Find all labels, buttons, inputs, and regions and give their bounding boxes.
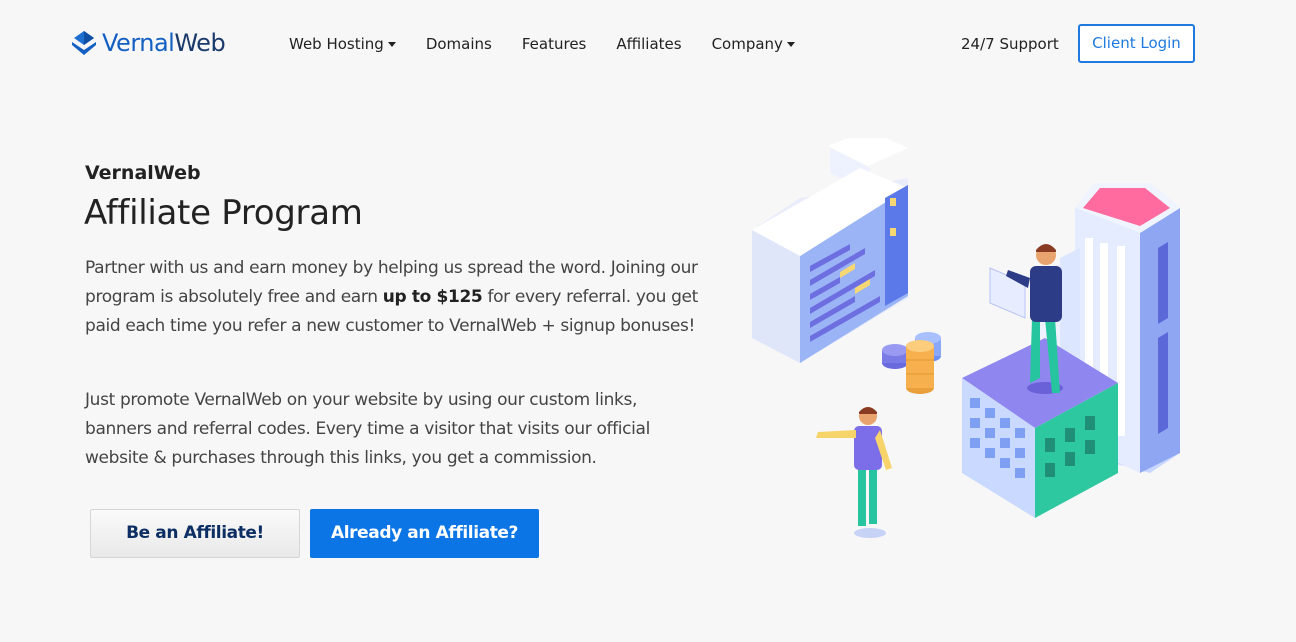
nav-domains[interactable]: Domains — [426, 33, 492, 55]
intro-paragraph: Partner with us and earn money by helpin… — [85, 258, 698, 336]
brand-name: VernalWeb — [102, 29, 226, 57]
diamond-logo-icon — [72, 31, 96, 55]
coin-stacks — [882, 332, 941, 394]
nav-company[interactable]: Company — [712, 33, 795, 55]
promote-paragraph: Just promote VernalWeb on your website b… — [85, 390, 650, 468]
pointing-person — [816, 407, 892, 538]
server-building — [752, 138, 908, 363]
main-nav: Web Hosting Domains Features Affiliates … — [289, 33, 825, 55]
caret-down-icon — [786, 41, 795, 47]
site-header: VernalWeb Web Hosting Domains Features A… — [0, 0, 1296, 88]
support-link[interactable]: 24/7 Support — [961, 33, 1059, 55]
client-login-button[interactable]: Client Login — [1078, 24, 1195, 63]
nav-web-hosting[interactable]: Web Hosting — [289, 33, 396, 55]
be-affiliate-button[interactable]: Be an Affiliate! — [90, 509, 300, 558]
isometric-buildings-illustration — [752, 138, 1180, 538]
nav-features[interactable]: Features — [522, 33, 587, 55]
brand-logo[interactable]: VernalWeb — [70, 27, 226, 59]
hero-subtitle: VernalWeb — [85, 162, 201, 184]
nav-affiliates[interactable]: Affiliates — [616, 33, 681, 55]
page-title: Affiliate Program — [84, 193, 363, 233]
earnings-highlight: up to $125 — [382, 287, 483, 307]
already-affiliate-button[interactable]: Already an Affiliate? — [310, 509, 539, 558]
caret-down-icon — [387, 41, 396, 47]
